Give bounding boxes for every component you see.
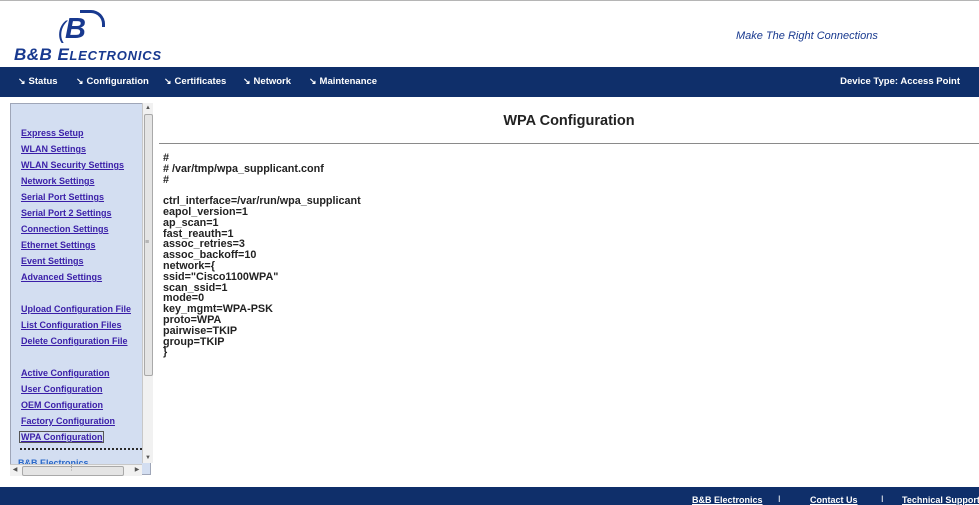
nav-status[interactable]: ↘ Status [18, 76, 58, 87]
header: (B B&B ELECTRONICS Make The Right Connec… [0, 1, 979, 67]
config-line: } [163, 346, 168, 359]
sidebar-item-serial-port-settings[interactable]: Serial Port Settings [21, 192, 104, 202]
nav-arrow-icon: ↘ [76, 76, 84, 86]
sidebar-vertical-scrollbar[interactable]: ▲ ≡ ▼ [142, 103, 153, 463]
sidebar-dotted-divider [20, 448, 142, 450]
device-type-label: Device Type: Access Point [840, 76, 960, 87]
sidebar-item-active-configuration[interactable]: Active Configuration [21, 368, 110, 378]
nav-arrow-icon: ↘ [18, 76, 26, 86]
logo-wordmark-prefix: B&B E [14, 45, 70, 64]
scroll-left-arrow-icon[interactable]: ◀ [10, 465, 20, 476]
scroll-down-arrow-icon[interactable]: ▼ [143, 453, 153, 463]
scrollbar-grip-icon: ≡ [145, 239, 150, 246]
logo-wordmark: B&B ELECTRONICS [14, 45, 162, 65]
footer-separator: I [778, 494, 781, 504]
title-divider [159, 143, 979, 144]
scroll-right-arrow-icon[interactable]: ▶ [132, 465, 142, 476]
sidebar-item-user-configuration[interactable]: User Configuration [21, 384, 103, 394]
footer-link-technical-support[interactable]: Technical Support [902, 495, 979, 505]
bb-electronics-logo: (B B&B ELECTRONICS [14, 10, 214, 65]
config-line: # [163, 173, 170, 186]
scrollbar-grip-icon: ⋮ [68, 465, 75, 472]
nav-certificates[interactable]: ↘ Certificates [164, 76, 226, 87]
tagline: Make The Right Connections [736, 30, 878, 42]
logo-ring-shape [80, 10, 105, 27]
nav-maintenance[interactable]: ↘ Maintenance [309, 76, 377, 87]
nav-maintenance-label: Maintenance [319, 76, 378, 87]
footer-link-bb-electronics[interactable]: B&B Electronics [692, 495, 763, 505]
sidebar-item-delete-configuration-file[interactable]: Delete Configuration File [21, 336, 128, 346]
sidebar: Express Setup WLAN Settings WLAN Securit… [10, 103, 151, 475]
nav-arrow-icon: ↘ [164, 76, 172, 86]
nav-network[interactable]: ↘ Network [243, 76, 291, 87]
config-file-contents: # # /var/tmp/wpa_supplicant.conf # ctrl_int… [163, 153, 361, 358]
config-line: pairwise=TKIP [163, 324, 238, 337]
nav-arrow-icon: ↘ [243, 76, 251, 86]
nav-arrow-icon: ↘ [309, 76, 317, 86]
sidebar-item-wpa-configuration[interactable]: WPA Configuration [19, 431, 105, 443]
config-line: # /var/tmp/wpa_supplicant.conf [163, 162, 324, 175]
nav-configuration-label: Configuration [86, 76, 149, 87]
sidebar-item-list-configuration-files[interactable]: List Configuration Files [21, 320, 122, 330]
sidebar-item-ethernet-settings[interactable]: Ethernet Settings [21, 240, 96, 250]
sidebar-item-event-settings[interactable]: Event Settings [21, 256, 84, 266]
sidebar-item-oem-configuration[interactable]: OEM Configuration [21, 400, 103, 410]
sidebar-item-factory-configuration[interactable]: Factory Configuration [21, 416, 115, 426]
nav-configuration[interactable]: ↘ Configuration [76, 76, 149, 87]
main-content: WPA Configuration # # /var/tmp/wpa_suppli… [159, 103, 979, 483]
sidebar-item-serial-port-2-settings[interactable]: Serial Port 2 Settings [21, 208, 112, 218]
footer-bar: B&B Electronics I Contact Us I Technical… [0, 487, 979, 505]
config-line: ssid="Cisco1100WPA" [163, 270, 279, 283]
sidebar-horizontal-scrollbar[interactable]: ◀ ⋮ ▶ [10, 464, 142, 476]
logo-mark: (B [58, 10, 105, 46]
nav-certificates-label: Certificates [174, 76, 227, 87]
sidebar-item-network-settings[interactable]: Network Settings [21, 176, 95, 186]
sidebar-item-wlan-security-settings[interactable]: WLAN Security Settings [21, 160, 124, 170]
nav-status-label: Status [28, 76, 58, 87]
sidebar-item-upload-configuration-file[interactable]: Upload Configuration File [21, 304, 131, 314]
page-title: WPA Configuration [503, 113, 635, 129]
config-line: ap_scan=1 [163, 216, 219, 229]
sidebar-item-wlan-settings[interactable]: WLAN Settings [21, 144, 86, 154]
footer-link-contact-us[interactable]: Contact Us [810, 495, 858, 505]
scroll-up-arrow-icon[interactable]: ▲ [143, 103, 153, 113]
logo-wordmark-rest: LECTRONICS [69, 48, 162, 63]
sidebar-item-connection-settings[interactable]: Connection Settings [21, 224, 109, 234]
footer-separator: I [881, 494, 884, 504]
sidebar-item-advanced-settings[interactable]: Advanced Settings [21, 272, 102, 282]
nav-network-label: Network [253, 76, 292, 87]
sidebar-item-express-setup[interactable]: Express Setup [21, 128, 84, 138]
config-line: group=TKIP [163, 335, 225, 348]
top-nav-bar: ↘ Status ↘ Configuration ↘ Certificates ↘ Ne… [0, 67, 979, 97]
